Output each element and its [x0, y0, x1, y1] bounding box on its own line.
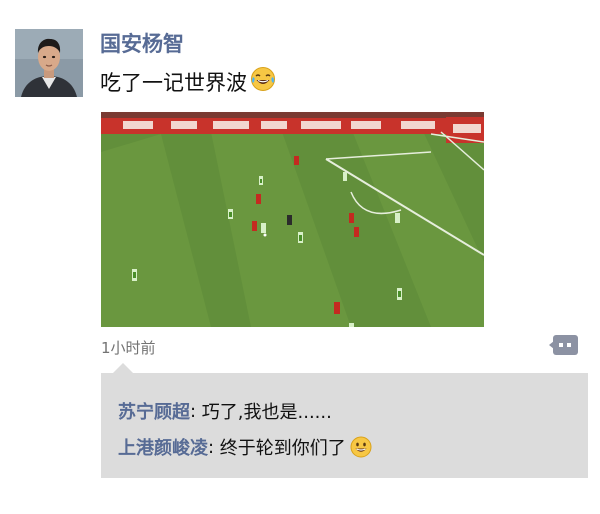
comment-item[interactable]: 上港颜峻凌 : 终于轮到你们了 — [118, 434, 372, 460]
moments-post: 国安杨智 吃了一记世界波 1小时前 苏宁顾超: 巧了,我也是...... 上港… — [0, 0, 600, 514]
post-media-football-gif[interactable] — [101, 112, 484, 327]
comment-text: 巧了,我也是...... — [201, 402, 332, 423]
post-text: 吃了一记世界波 — [100, 70, 247, 95]
comment-item[interactable]: 苏宁顾超 : 巧了,我也是...... — [118, 398, 332, 424]
comment-button[interactable] — [549, 335, 578, 355]
avatar-portrait-icon — [15, 29, 83, 97]
comment-author[interactable]: 苏宁顾超 — [118, 398, 190, 424]
comment-dots-icon — [549, 335, 578, 355]
smile-emoji-icon — [350, 436, 372, 458]
comment-text: 终于轮到你们了 — [219, 438, 346, 459]
comments-panel: 苏宁顾超 : 巧了,我也是...... 上港颜峻凌 : 终于轮到你们了 — [101, 363, 588, 478]
post-text-line: 吃了一记世界波 — [100, 66, 276, 97]
comment-separator: : — [190, 400, 202, 422]
comment-author[interactable]: 上港颜峻凌 — [118, 434, 208, 460]
comments-panel-arrow — [113, 363, 133, 373]
avatar[interactable] — [15, 29, 83, 97]
tears-of-joy-emoji-icon — [250, 66, 276, 97]
author-name[interactable]: 国安杨智 — [100, 28, 184, 58]
football-pitch-image — [101, 112, 484, 327]
post-timestamp: 1小时前 — [101, 339, 156, 357]
comment-separator: : — [208, 436, 220, 458]
